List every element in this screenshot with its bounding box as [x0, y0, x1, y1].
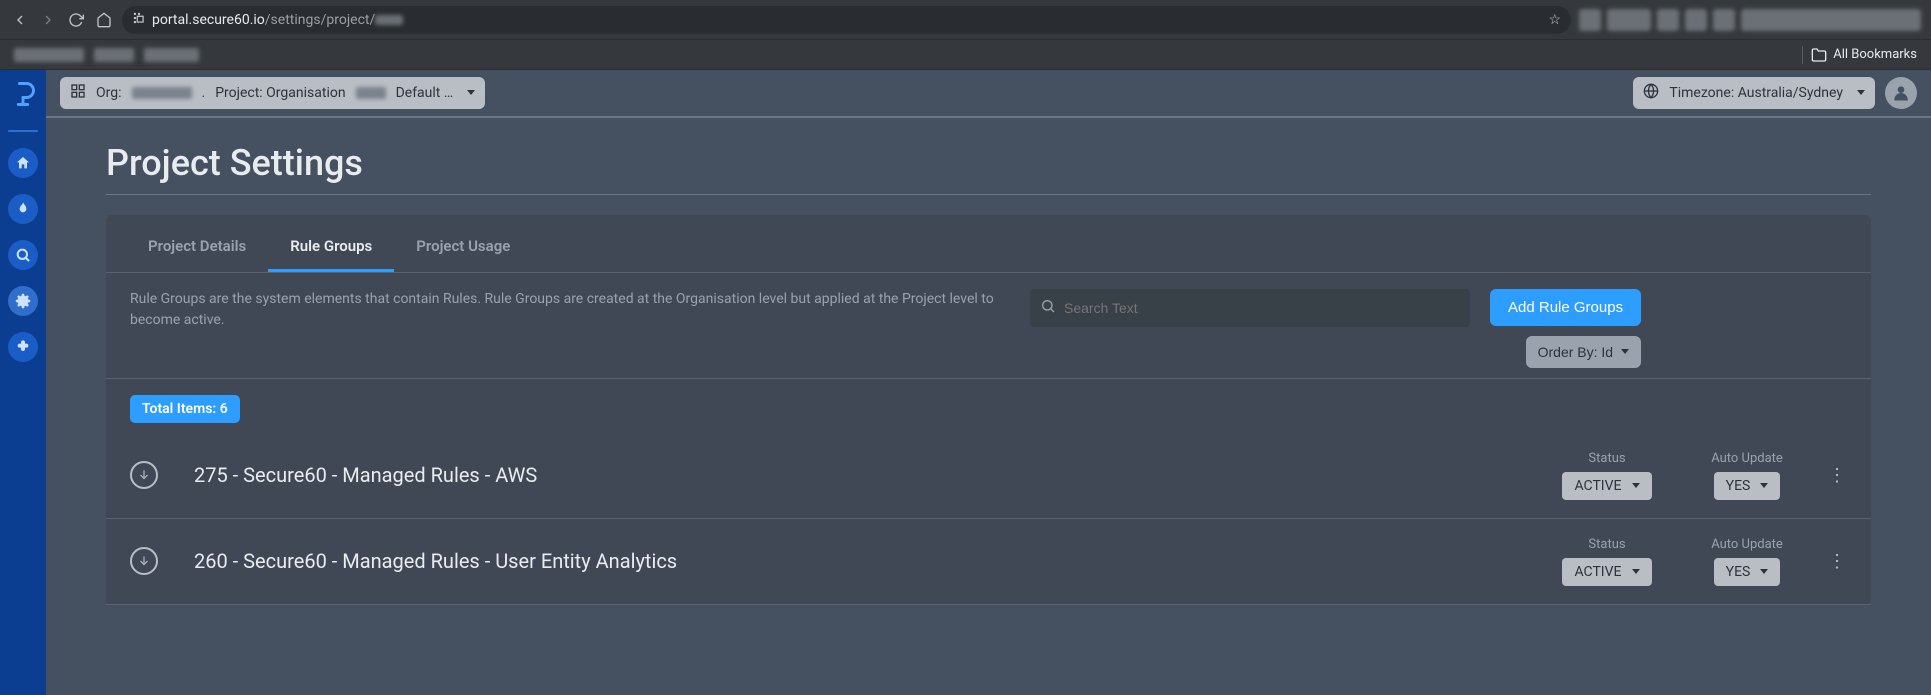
avatar[interactable] [1885, 77, 1917, 109]
all-bookmarks-button[interactable]: All Bookmarks [1811, 47, 1917, 63]
forward-icon[interactable] [38, 10, 58, 30]
rule-row: 275 - Secure60 - Managed Rules - AWS Sta… [106, 433, 1871, 519]
project-suffix: Default … [396, 85, 454, 101]
context-selector[interactable]: Org: . Project: Organisation Default … [60, 77, 485, 109]
tab-project-usage[interactable]: Project Usage [394, 215, 532, 272]
add-rule-groups-button[interactable]: Add Rule Groups [1490, 289, 1641, 326]
timezone-selector[interactable]: Timezone: Australia/Sydney [1633, 77, 1875, 109]
bookmark-item[interactable] [94, 48, 134, 62]
chevron-down-icon [1621, 349, 1629, 354]
status-header: Status [1588, 451, 1625, 466]
timezone-label: Timezone: Australia/Sydney [1669, 85, 1843, 101]
panel: Project Details Rule Groups Project Usag… [106, 215, 1871, 605]
profile-redacted[interactable] [1741, 9, 1921, 31]
search-icon [1040, 298, 1056, 318]
search-input[interactable] [1064, 300, 1460, 316]
sidebar [0, 70, 46, 695]
row-menu-button[interactable]: ⋮ [1827, 465, 1847, 486]
all-bookmarks-label: All Bookmarks [1833, 47, 1917, 62]
back-icon[interactable] [10, 10, 30, 30]
home-icon[interactable] [94, 10, 114, 30]
total-items-badge: Total Items: 6 [130, 395, 240, 423]
topbar: Org: . Project: Organisation Default … T… [46, 70, 1931, 118]
tab-rule-groups[interactable]: Rule Groups [268, 215, 394, 272]
browser-chrome: portal.secure60.io/settings/project/ ☆ [0, 0, 1931, 40]
globe-icon [1643, 83, 1659, 103]
status-value: ACTIVE [1574, 564, 1621, 580]
chevron-down-icon [1632, 569, 1640, 574]
chevron-down-icon [467, 90, 475, 95]
status-value: ACTIVE [1574, 478, 1621, 494]
tabs: Project Details Rule Groups Project Usag… [106, 215, 1871, 273]
project-redacted [356, 87, 386, 99]
project-label: Project: Organisation [215, 85, 345, 101]
row-menu-button[interactable]: ⋮ [1827, 551, 1847, 572]
chevron-down-icon [1857, 90, 1865, 95]
page-title: Project Settings [106, 142, 1871, 195]
search-box[interactable] [1030, 289, 1470, 327]
sidebar-item-home[interactable] [8, 148, 38, 178]
separator [1802, 46, 1803, 64]
extension-icon[interactable] [1685, 9, 1707, 31]
autoupdate-select[interactable]: YES [1714, 472, 1781, 500]
main: Org: . Project: Organisation Default … T… [46, 70, 1931, 695]
org-label: Org: [96, 85, 122, 101]
order-by-label: Order By: Id [1538, 344, 1613, 360]
status-header: Status [1588, 537, 1625, 552]
sidebar-divider [8, 130, 38, 132]
url-bar[interactable]: portal.secure60.io/settings/project/ ☆ [122, 6, 1571, 34]
order-by-button[interactable]: Order By: Id [1526, 336, 1641, 368]
extension-icon[interactable] [1657, 9, 1679, 31]
rule-row: 260 - Secure60 - Managed Rules - User En… [106, 519, 1871, 605]
chevron-down-icon [1632, 483, 1640, 488]
url-path: /settings/project/ [265, 12, 376, 28]
expand-row-button[interactable] [130, 461, 158, 489]
autoupdate-header: Auto Update [1711, 537, 1783, 552]
status-select[interactable]: ACTIVE [1562, 558, 1651, 586]
sidebar-item-settings[interactable] [8, 286, 38, 316]
extension-icon[interactable] [1607, 9, 1651, 31]
panel-description: Rule Groups are the system elements that… [130, 289, 1010, 331]
star-icon[interactable]: ☆ [1548, 12, 1561, 28]
chevron-down-icon [1760, 569, 1768, 574]
chevron-down-icon [1760, 483, 1768, 488]
bookmarks-bar: All Bookmarks [0, 40, 1931, 70]
apps-icon [70, 83, 86, 103]
extension-icon[interactable] [1579, 9, 1601, 31]
app-logo[interactable] [9, 80, 37, 108]
autoupdate-header: Auto Update [1711, 451, 1783, 466]
sidebar-item-alerts[interactable] [8, 194, 38, 224]
status-select[interactable]: ACTIVE [1562, 472, 1651, 500]
expand-row-button[interactable] [130, 547, 158, 575]
url-domain: portal.secure60.io [152, 12, 265, 28]
bookmark-item[interactable] [14, 48, 84, 62]
autoupdate-value: YES [1726, 478, 1751, 494]
sidebar-item-search[interactable] [8, 240, 38, 270]
sidebar-item-integrations[interactable] [8, 332, 38, 362]
org-redacted [132, 87, 192, 99]
bookmark-item[interactable] [144, 48, 199, 62]
site-info-icon[interactable] [132, 11, 146, 29]
rule-title: 275 - Secure60 - Managed Rules - AWS [178, 463, 1527, 487]
url-redacted [375, 15, 403, 25]
autoupdate-select[interactable]: YES [1714, 558, 1781, 586]
rule-title: 260 - Secure60 - Managed Rules - User En… [178, 549, 1527, 573]
refresh-icon[interactable] [66, 10, 86, 30]
tab-project-details[interactable]: Project Details [126, 215, 268, 272]
autoupdate-value: YES [1726, 564, 1751, 580]
extension-icon[interactable] [1713, 9, 1735, 31]
